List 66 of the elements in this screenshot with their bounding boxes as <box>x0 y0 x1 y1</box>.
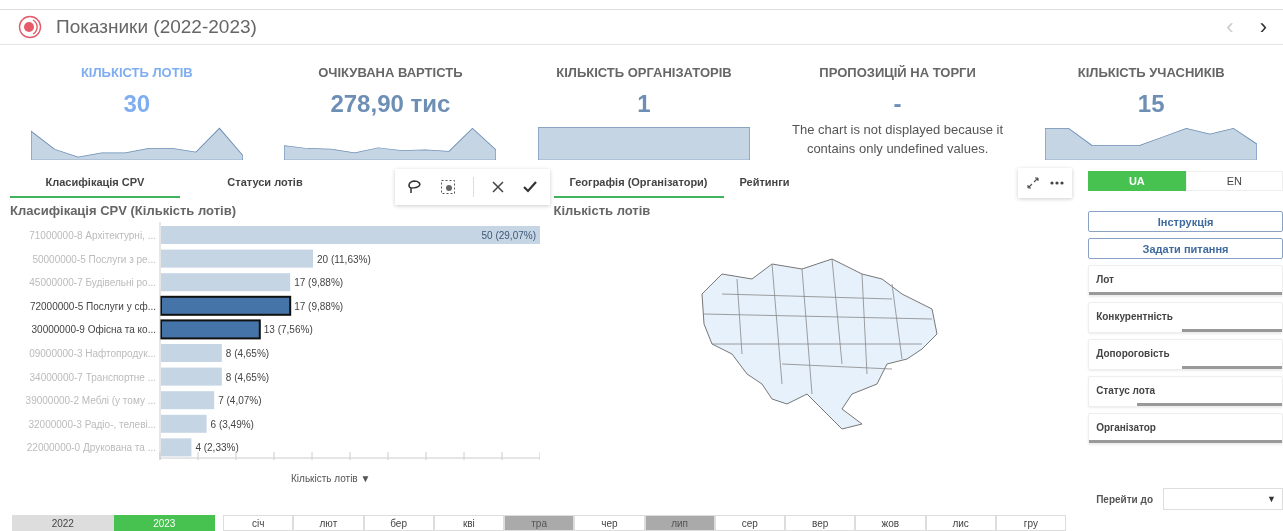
map-title: Кількість лотів <box>553 203 652 218</box>
sheet-tab[interactable]: Класифікація CPV <box>10 168 180 198</box>
bar[interactable] <box>160 295 292 316</box>
lasso-icon[interactable] <box>407 179 423 195</box>
month-button[interactable]: лис <box>925 515 996 531</box>
filter-label: Статус лота <box>1095 384 1157 396</box>
kpi-title[interactable]: ПРОПОЗИЦІЙ НА ТОРГИ <box>819 65 976 80</box>
category-label[interactable]: 72000000-5 Послуги у сф... <box>29 300 156 312</box>
chart-message: The chart is not displayed because it contains only undefined values. <box>791 121 1005 158</box>
kpi-title[interactable]: КІЛЬКІСТЬ УЧАСНИКІВ <box>1077 65 1225 80</box>
filter-pane[interactable]: Лот <box>1088 265 1283 296</box>
action-button[interactable]: Задати питання <box>1088 238 1283 259</box>
filter-pane[interactable]: Допороговість <box>1088 339 1283 370</box>
sheet-title: Показники (2022-2023) <box>56 16 257 38</box>
sheet-tab[interactable]: Географія (Організатори) <box>553 168 724 198</box>
bar-value-label: 17 (9,88%) <box>294 300 344 312</box>
bar-value-label: 6 (3,49%) <box>210 418 254 430</box>
clear-selection-icon[interactable] <box>440 179 456 195</box>
bar-value-label: 4 (2,33%) <box>195 442 239 454</box>
more-icon[interactable] <box>1050 181 1065 185</box>
kpi-value: 30 <box>123 90 151 119</box>
filter-label: Конкурентність <box>1095 310 1174 322</box>
logo-icon <box>18 15 42 39</box>
language-button[interactable]: EN <box>1185 171 1283 191</box>
month-button[interactable]: кві <box>433 515 504 531</box>
month-button[interactable]: жов <box>855 515 926 531</box>
kpi-value: - <box>893 90 902 119</box>
month-button[interactable]: чер <box>574 515 645 531</box>
month-button[interactable]: сер <box>714 515 785 531</box>
close-icon[interactable] <box>491 180 505 194</box>
month-button[interactable]: вер <box>785 515 856 531</box>
month-button[interactable]: лют <box>293 515 364 531</box>
bar-value-label: 17 (9,88%) <box>294 277 344 289</box>
month-button[interactable]: січ <box>223 515 294 531</box>
sheet-tab[interactable]: Статуси лотів <box>180 168 350 198</box>
checkmark-icon[interactable] <box>522 180 538 194</box>
kpi-value: 1 <box>637 90 651 119</box>
chart-title: Класифікація CPV (Кількість лотів) <box>10 203 237 218</box>
filter-label: Допороговість <box>1095 347 1171 359</box>
bar-value-label: 8 (4,65%) <box>225 371 270 383</box>
filter-label: Організатор <box>1095 421 1157 433</box>
sheet-tab[interactable]: Рейтинги <box>723 168 806 198</box>
month-button[interactable]: гру <box>995 515 1066 531</box>
kpi-value: 15 <box>1137 90 1165 119</box>
bar-value-label: 7 (4,07%) <box>218 395 262 407</box>
goto-dropdown[interactable]: ▼ <box>1163 488 1283 510</box>
filter-label: Лот <box>1095 273 1115 285</box>
action-button[interactable]: Інструкція <box>1088 211 1283 232</box>
bar-value-label: 8 (4,65%) <box>225 348 270 359</box>
goto-label: Перейти до <box>1096 493 1153 505</box>
bar[interactable] <box>160 319 261 340</box>
bar-value-label: 20 (11,63%) <box>317 253 371 265</box>
filter-pane[interactable]: Організатор <box>1088 413 1283 444</box>
bar-value-label: 50 (29,07%) <box>481 230 536 241</box>
expand-icon[interactable] <box>1026 176 1041 190</box>
bar-value-label: 13 (7,56%) <box>263 324 313 336</box>
category-label[interactable]: 30000000-9 Офісна та ко... <box>31 324 156 336</box>
month-button[interactable]: бер <box>363 515 434 531</box>
next-sheet-button[interactable]: › <box>1253 16 1273 38</box>
axis-measure-dropdown[interactable]: Кількість лотів ▼ <box>285 472 377 485</box>
year-button[interactable]: 2022 <box>12 515 114 531</box>
kpi-title[interactable]: ОЧІКУВАНА ВАРТІСТЬ <box>318 65 463 80</box>
filter-pane[interactable]: Статус лота <box>1088 376 1283 407</box>
filter-pane[interactable]: Конкурентність <box>1088 302 1283 333</box>
kpi-value: 278,90 тис <box>330 90 451 119</box>
kpi-title[interactable]: КІЛЬКІСТЬ ОРГАНІЗАТОРІВ <box>556 65 732 80</box>
